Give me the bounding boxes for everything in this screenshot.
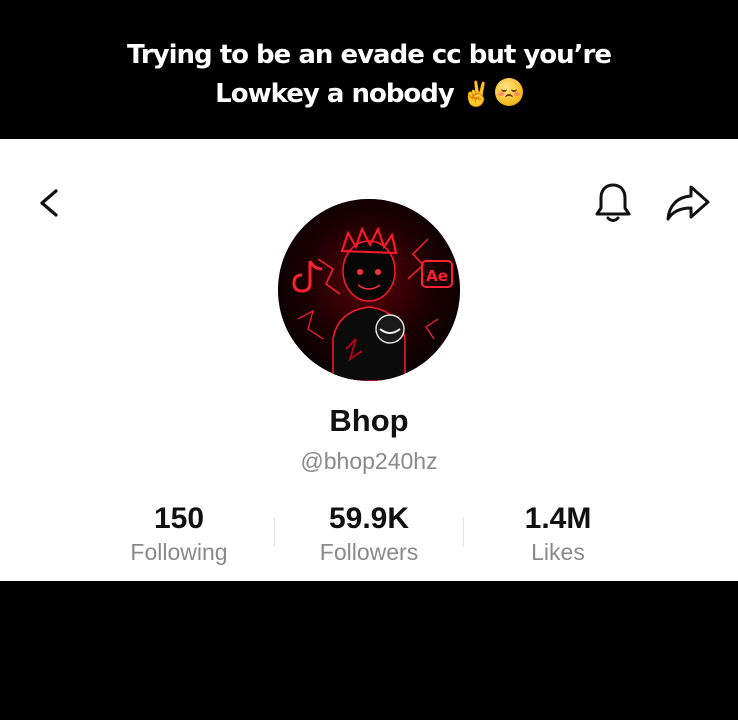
- stat-followers[interactable]: 59.9K Followers: [269, 502, 469, 567]
- stat-following-value: 150: [153, 502, 205, 535]
- stat-following-label: Following: [130, 539, 228, 565]
- caption-line-2: Lowkey a nobody: [215, 79, 455, 109]
- notifications-button[interactable]: [592, 181, 634, 225]
- stat-followers-value: 59.9K: [328, 502, 410, 535]
- share-arrow-icon: [666, 185, 710, 221]
- peace-emoji-icon: ✌️: [461, 80, 492, 108]
- flushed-face-emoji-icon: [494, 78, 523, 106]
- ae-badge-text: Ae: [426, 267, 448, 285]
- caption-line-2-row: Lowkey a nobody ✌️: [0, 75, 738, 114]
- stat-following[interactable]: 150 Following: [79, 502, 279, 567]
- avatar-image: Ae: [278, 199, 460, 381]
- chevron-left-icon: [40, 189, 58, 217]
- stat-likes-value: 1.4M: [524, 502, 592, 535]
- profile-name: Bhop: [329, 403, 409, 438]
- share-button[interactable]: [664, 181, 712, 225]
- stat-followers-label: Followers: [319, 539, 419, 565]
- stat-likes[interactable]: 1.4M Likes: [458, 502, 658, 567]
- profile-avatar[interactable]: Ae: [278, 199, 460, 381]
- caption-line-1: Trying to be an evade cc but you’re: [126, 40, 612, 70]
- profile-panel: Ae Bhop @bhop240hz 150 Following 59.9K F…: [0, 139, 738, 581]
- profile-handle: @bhop240hz: [300, 448, 438, 474]
- back-button[interactable]: [32, 183, 68, 223]
- caption-banner: Trying to be an evade cc but you’re Lowk…: [0, 0, 738, 139]
- bell-icon: [595, 183, 631, 222]
- stat-likes-label: Likes: [531, 539, 585, 565]
